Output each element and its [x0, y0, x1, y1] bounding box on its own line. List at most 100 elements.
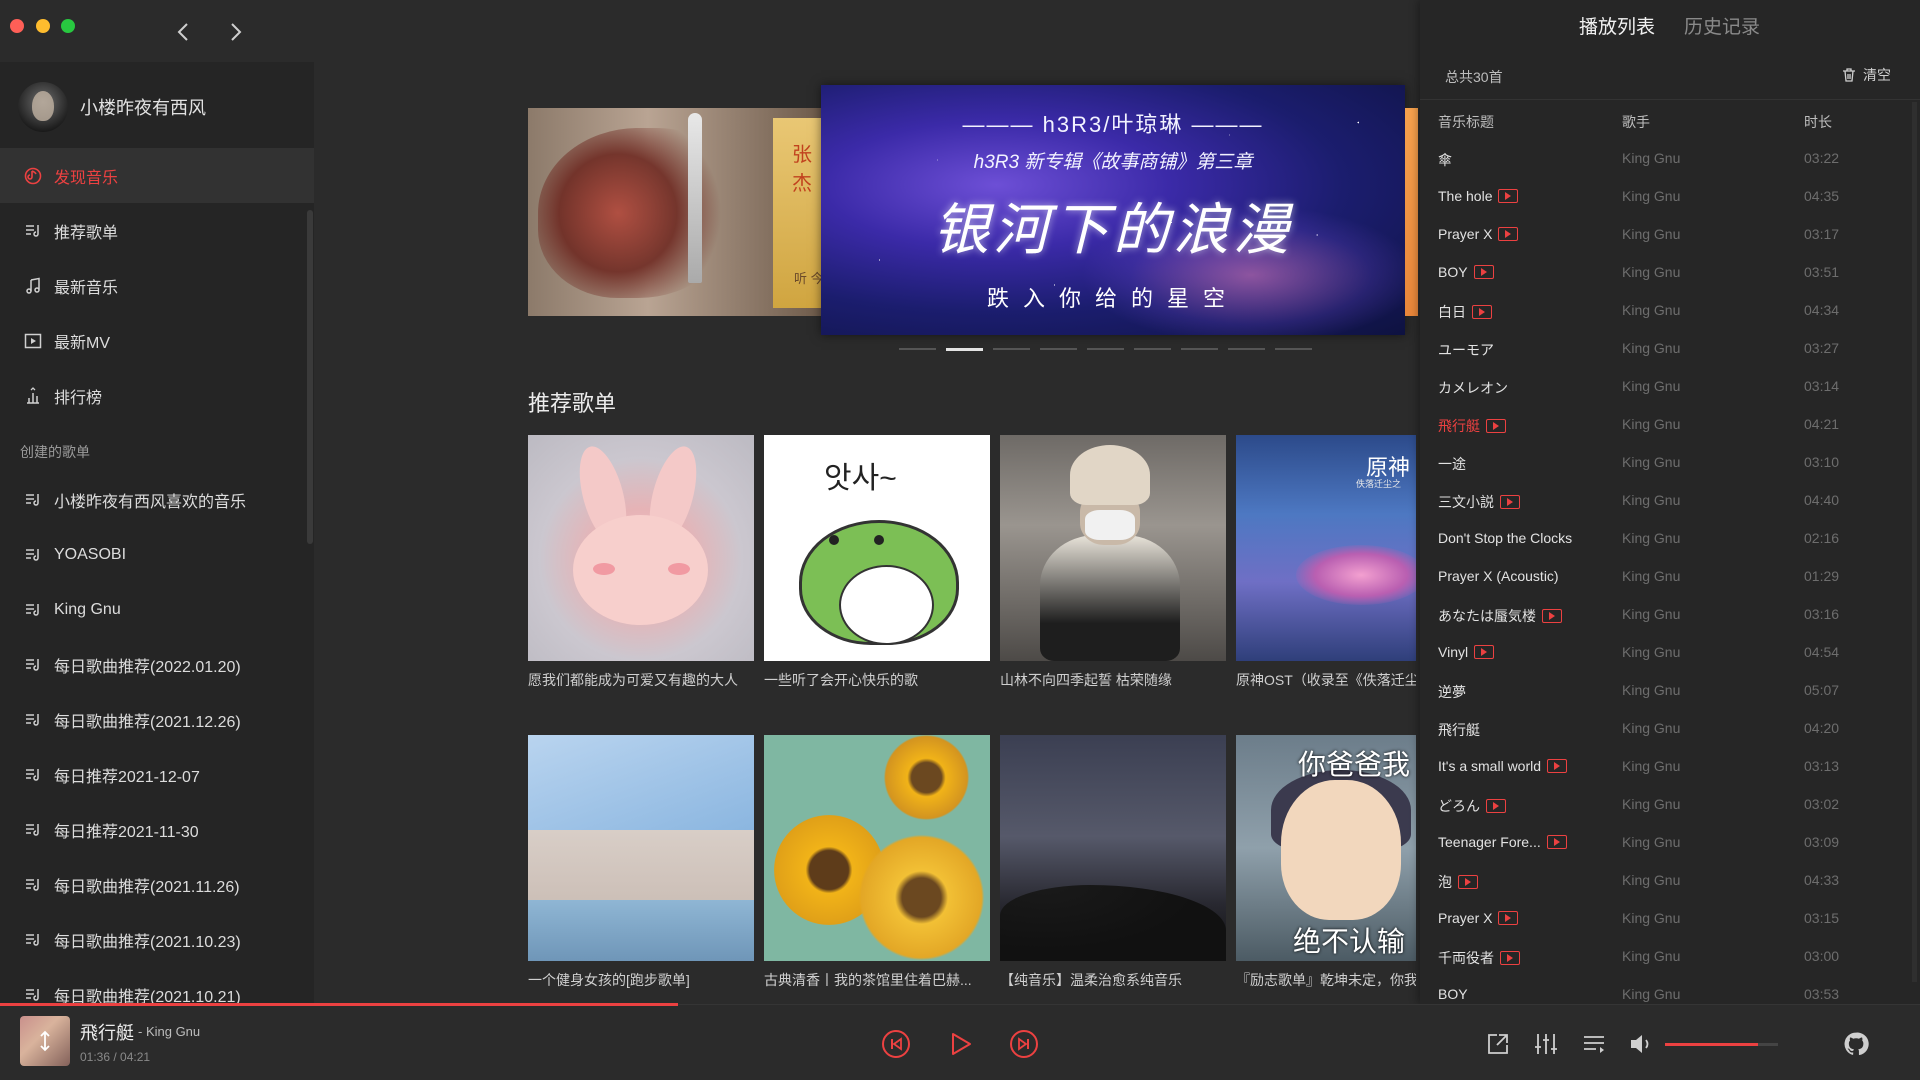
banner-slide-next[interactable]: [1405, 108, 1418, 316]
forward-button[interactable]: [224, 20, 248, 44]
tab-history[interactable]: 历史记录: [1684, 12, 1760, 39]
sidebar-item-playlist[interactable]: 每日歌曲推荐(2021.11.26): [0, 857, 314, 912]
playlist-cover[interactable]: 앗사~: [764, 435, 990, 661]
sidebar-item-new-music[interactable]: 最新音乐: [0, 258, 314, 313]
mv-badge-icon[interactable]: [1498, 227, 1519, 241]
sidebar-item-playlist[interactable]: YOASOBI: [0, 527, 314, 582]
mv-badge-icon[interactable]: [1546, 835, 1567, 849]
sidebar-item-playlist[interactable]: 每日歌曲推荐(2021.10.21): [0, 967, 314, 1004]
playlist-cover[interactable]: 原神 佚落迁尘之: [1236, 435, 1416, 661]
clear-queue-button[interactable]: 清空: [1841, 65, 1891, 85]
queue-song-artist[interactable]: King Gnu: [1622, 910, 1680, 926]
queue-row[interactable]: ユーモア King Gnu 03:27: [1420, 330, 1910, 368]
now-playing-artist[interactable]: - King Gnu: [138, 1024, 200, 1039]
sidebar-item-playlist[interactable]: King Gnu: [0, 582, 314, 637]
playlist-caption[interactable]: 古典清香丨我的茶馆里住着巴赫...: [764, 970, 990, 990]
queue-row[interactable]: どろん King Gnu 03:02: [1420, 786, 1910, 824]
queue-row[interactable]: Vinyl King Gnu 04:54: [1420, 634, 1910, 672]
mv-badge-icon[interactable]: [1486, 419, 1506, 433]
playlist-caption[interactable]: 『励志歌单』乾坤未定，你我: [1236, 970, 1416, 990]
queue-song-artist[interactable]: King Gnu: [1622, 454, 1680, 470]
maximize-window-button[interactable]: [61, 19, 75, 33]
share-button[interactable]: [1484, 1030, 1512, 1058]
mv-badge-icon[interactable]: [1473, 265, 1494, 279]
queue-song-artist[interactable]: King Gnu: [1622, 720, 1680, 736]
playlist-cover[interactable]: [1000, 735, 1226, 961]
playback-progress[interactable]: [0, 1003, 1920, 1006]
queue-row[interactable]: 飛行艇 King Gnu 04:21: [1420, 406, 1910, 444]
playlist-caption[interactable]: 一些听了会开心快乐的歌: [764, 670, 990, 690]
playlist-card[interactable]: 古典清香丨我的茶馆里住着巴赫...: [764, 735, 990, 990]
queue-song-artist[interactable]: King Gnu: [1622, 302, 1680, 318]
playlist-caption[interactable]: 【纯音乐】温柔治愈系纯音乐: [1000, 970, 1226, 990]
carousel-dot[interactable]: [1275, 348, 1312, 350]
queue-song-artist[interactable]: King Gnu: [1622, 492, 1680, 508]
queue-song-artist[interactable]: King Gnu: [1622, 872, 1680, 888]
queue-row[interactable]: Prayer X King Gnu 03:15: [1420, 900, 1910, 938]
minimize-window-button[interactable]: [36, 19, 50, 33]
queue-row[interactable]: Don't Stop the Clocks King Gnu 02:16: [1420, 520, 1910, 558]
queue-row[interactable]: 白日 King Gnu 04:34: [1420, 292, 1910, 330]
banner-carousel[interactable]: 张杰 听 今 ——— h3R3/叶琼琳 ——— h3R3 新专辑《故事商铺》第三…: [528, 85, 1418, 335]
mv-badge-icon[interactable]: [1458, 875, 1478, 889]
mv-badge-icon[interactable]: [1498, 189, 1519, 203]
sidebar-item-playlist[interactable]: 小楼昨夜有西风喜欢的音乐: [0, 472, 314, 527]
avatar[interactable]: [18, 82, 68, 132]
queue-row[interactable]: あなたは蜃気楼 King Gnu 03:16: [1420, 596, 1910, 634]
sidebar-scrollbar[interactable]: [307, 210, 313, 544]
playlist-card[interactable]: 你爸爸我 绝不认输 『励志歌单』乾坤未定，你我: [1236, 735, 1416, 990]
banner-slide-current[interactable]: ——— h3R3/叶琼琳 ——— h3R3 新专辑《故事商铺》第三章 银河下的浪…: [821, 85, 1405, 335]
queue-song-artist[interactable]: King Gnu: [1622, 948, 1680, 964]
mv-badge-icon[interactable]: [1472, 305, 1492, 319]
queue-song-artist[interactable]: King Gnu: [1622, 796, 1680, 812]
queue-song-artist[interactable]: King Gnu: [1622, 226, 1680, 242]
recommend-section-title[interactable]: 推荐歌单: [528, 386, 616, 418]
queue-row[interactable]: Prayer X (Acoustic) King Gnu 01:29: [1420, 558, 1910, 596]
banner-slide-previous[interactable]: 张杰 听 今: [528, 108, 828, 316]
playlist-cover[interactable]: [764, 735, 990, 961]
sidebar-item-playlist[interactable]: 每日歌曲推荐(2022.01.20): [0, 637, 314, 692]
queue-toggle-button[interactable]: [1580, 1030, 1608, 1058]
tab-playlist[interactable]: 播放列表: [1579, 12, 1655, 39]
queue-row[interactable]: カメレオン King Gnu 03:14: [1420, 368, 1910, 406]
mv-badge-icon[interactable]: [1547, 759, 1568, 773]
sidebar-item-rankings[interactable]: 排行榜: [0, 368, 314, 423]
queue-song-artist[interactable]: King Gnu: [1622, 340, 1680, 356]
queue-row[interactable]: Prayer X King Gnu 03:17: [1420, 216, 1910, 254]
sidebar-item-playlist[interactable]: 每日推荐2021-12-07: [0, 747, 314, 802]
playlist-card[interactable]: 【纯音乐】温柔治愈系纯音乐: [1000, 735, 1226, 990]
sidebar-item-new-mv[interactable]: 最新MV: [0, 313, 314, 368]
playlist-caption[interactable]: 一个健身女孩的[跑步歌单]: [528, 970, 754, 990]
queue-row[interactable]: 逆夢 King Gnu 05:07: [1420, 672, 1910, 710]
playlist-card[interactable]: 山林不向四季起誓 枯荣随缘: [1000, 435, 1226, 690]
playlist-cover[interactable]: 你爸爸我 绝不认输: [1236, 735, 1416, 961]
queue-song-artist[interactable]: King Gnu: [1622, 758, 1680, 774]
carousel-dot[interactable]: [1040, 348, 1077, 350]
mv-badge-icon[interactable]: [1474, 645, 1495, 659]
close-window-button[interactable]: [10, 19, 24, 33]
carousel-dot[interactable]: [1087, 348, 1124, 350]
playlist-cover[interactable]: [1000, 435, 1226, 661]
mute-button[interactable]: [1627, 1030, 1655, 1058]
queue-song-artist[interactable]: King Gnu: [1622, 150, 1680, 166]
github-link[interactable]: [1842, 1030, 1870, 1058]
queue-song-artist[interactable]: King Gnu: [1622, 416, 1680, 432]
queue-song-artist[interactable]: King Gnu: [1622, 606, 1680, 622]
carousel-dot[interactable]: [1228, 348, 1265, 350]
play-button[interactable]: [945, 1029, 975, 1059]
queue-row[interactable]: 傘 King Gnu 03:22: [1420, 140, 1910, 178]
queue-row[interactable]: Teenager Fore... King Gnu 03:09: [1420, 824, 1910, 862]
equalizer-button[interactable]: [1532, 1030, 1560, 1058]
queue-row[interactable]: 一途 King Gnu 03:10: [1420, 444, 1910, 482]
next-button[interactable]: [1009, 1029, 1039, 1059]
playlist-card[interactable]: 原神 佚落迁尘之 原神OST（收录至《佚落迁尘》: [1236, 435, 1416, 690]
playlist-card[interactable]: 愿我们都能成为可爱又有趣的大人: [528, 435, 754, 690]
queue-song-artist[interactable]: King Gnu: [1622, 986, 1680, 1002]
queue-song-artist[interactable]: King Gnu: [1622, 188, 1680, 204]
sidebar-item-discover[interactable]: 发现音乐: [0, 148, 314, 203]
sidebar-item-playlist[interactable]: 每日歌曲推荐(2021.12.26): [0, 692, 314, 747]
carousel-dot[interactable]: [1181, 348, 1218, 350]
queue-song-artist[interactable]: King Gnu: [1622, 682, 1680, 698]
volume-slider[interactable]: [1665, 1043, 1778, 1046]
mv-badge-icon[interactable]: [1498, 911, 1519, 925]
